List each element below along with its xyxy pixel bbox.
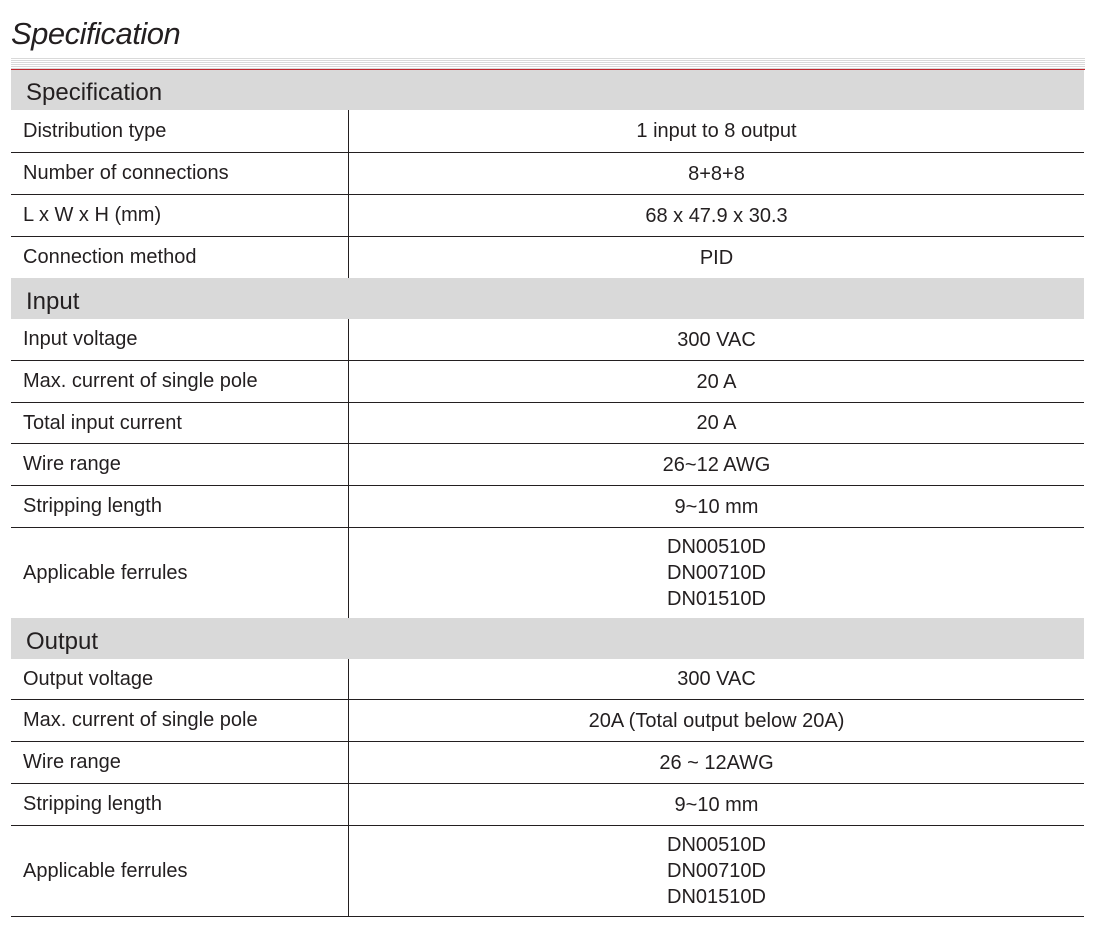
- spec-value-line: 68 x 47.9 x 30.3: [645, 204, 788, 227]
- spec-label: Output voltage: [11, 659, 349, 699]
- spec-value-line: 20A (Total output below 20A): [588, 709, 845, 732]
- spec-label: L x W x H (mm): [11, 195, 349, 236]
- spec-value-line: DN01510D: [667, 588, 766, 610]
- spec-value: 20 A: [349, 403, 1084, 443]
- spec-label: Wire range: [11, 742, 349, 783]
- spec-row: Max. current of single pole 20 A: [11, 361, 1084, 403]
- section-header-label: Output: [26, 628, 99, 655]
- spec-label: Input voltage: [11, 319, 349, 360]
- spec-label: Max. current of single pole: [11, 700, 349, 741]
- spec-value-line: 8+8+8: [688, 162, 745, 185]
- spec-value-line: 9~10 mm: [674, 793, 759, 816]
- spec-label: Max. current of single pole: [11, 361, 349, 402]
- spec-value-line: 300 VAC: [677, 668, 756, 690]
- spec-value: 20A (Total output below 20A): [349, 700, 1084, 741]
- spec-value: 9~10 mm: [349, 486, 1084, 527]
- spec-value-line: DN00710D: [667, 562, 766, 584]
- spec-value-line: DN01510D: [667, 886, 766, 908]
- spec-value-line: 20 A: [696, 370, 737, 393]
- spec-label: Total input current: [11, 403, 349, 443]
- spec-label: Connection method: [11, 237, 349, 278]
- section-header-label: Input: [26, 288, 80, 315]
- section-header-label: Specification: [26, 79, 163, 106]
- section-header: Input: [11, 278, 1084, 319]
- spec-value: 8+8+8: [349, 153, 1084, 194]
- spec-value-line: 26~12 AWG: [662, 453, 771, 476]
- spec-value-line: 1 input to 8 output: [636, 120, 797, 142]
- spec-value: 300 VAC: [349, 659, 1084, 699]
- page-title: Specification: [11, 16, 181, 51]
- spec-value-line: 300 VAC: [677, 328, 756, 351]
- spec-value: 26~12 AWG: [349, 444, 1084, 485]
- spec-row: Stripping length 9~10 mm: [11, 486, 1084, 528]
- spec-value: DN00510D DN00710D DN01510D: [349, 528, 1084, 618]
- spec-row: Number of connections 8+8+8: [11, 153, 1084, 195]
- spec-row: Wire range 26~12 AWG: [11, 444, 1084, 486]
- spec-value-line: PID: [699, 246, 734, 269]
- spec-row: Output voltage 300 VAC: [11, 659, 1084, 700]
- spec-value: 1 input to 8 output: [349, 110, 1084, 152]
- spec-row: Applicable ferrules DN00510D DN00710D DN015…: [11, 528, 1084, 618]
- spec-value-line: 26 ~ 12AWG: [659, 751, 774, 774]
- spec-row: Wire range 26 ~ 12AWG: [11, 742, 1084, 784]
- spec-label: Stripping length: [11, 486, 349, 527]
- spec-label: Distribution type: [11, 110, 349, 152]
- spec-value-line: DN00510D: [667, 536, 766, 558]
- spec-row: Input voltage 300 VAC: [11, 319, 1084, 361]
- title-divider: [11, 58, 1085, 69]
- spec-row: Stripping length 9~10 mm: [11, 784, 1084, 826]
- spec-label: Applicable ferrules: [11, 528, 349, 618]
- section-header: Output: [11, 618, 1084, 659]
- spec-label: Applicable ferrules: [11, 826, 349, 916]
- spec-row: Connection method PID: [11, 237, 1084, 278]
- spec-value-line: DN00710D: [667, 860, 766, 882]
- spec-row: Distribution type 1 input to 8 output: [11, 110, 1084, 153]
- spec-value: PID: [349, 237, 1084, 278]
- spec-value-line: DN00510D: [667, 834, 766, 856]
- spec-value: 9~10 mm: [349, 784, 1084, 825]
- spec-row: Total input current 20 A: [11, 403, 1084, 444]
- spec-value: 20 A: [349, 361, 1084, 402]
- spec-value-line: 9~10 mm: [674, 495, 759, 518]
- spec-value-line: 20 A: [696, 412, 737, 434]
- spec-row: Max. current of single pole 20A (Total ou…: [11, 700, 1084, 742]
- spec-label: Number of connections: [11, 153, 349, 194]
- spec-value: 300 VAC: [349, 319, 1084, 360]
- section-header: Specification: [11, 70, 1084, 110]
- spec-value: 26 ~ 12AWG: [349, 742, 1084, 783]
- spec-value: 68 x 47.9 x 30.3: [349, 195, 1084, 236]
- spec-label: Wire range: [11, 444, 349, 485]
- spec-row: Applicable ferrules DN00510D DN00710D DN015…: [11, 826, 1084, 917]
- spec-row: L x W x H (mm) 68 x 47.9 x 30.3: [11, 195, 1084, 237]
- spec-value: DN00510D DN00710D DN01510D: [349, 826, 1084, 916]
- spec-table: Specification Distribution type 1 input to…: [11, 70, 1084, 917]
- spec-label: Stripping length: [11, 784, 349, 825]
